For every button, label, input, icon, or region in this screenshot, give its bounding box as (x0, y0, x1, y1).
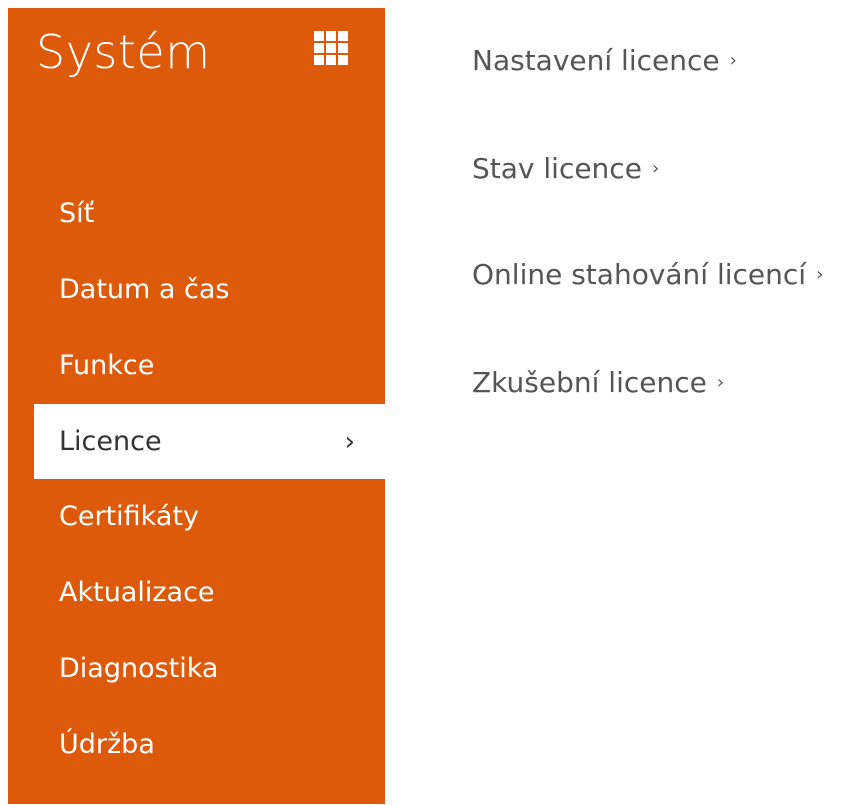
sidebar-item-aktualizace[interactable]: Aktualizace (8, 555, 385, 631)
chevron-right-icon: › (729, 50, 737, 71)
link-label: Nastavení licence (472, 44, 720, 77)
sidebar-item-sit[interactable]: Síť (8, 176, 385, 252)
sidebar-item-diagnostika[interactable]: Diagnostika (8, 631, 385, 707)
sidebar-item-label: Licence (59, 426, 162, 457)
sidebar-item-label: Aktualizace (59, 577, 215, 608)
link-zkusebni-licence[interactable]: Zkušební licence › (472, 366, 724, 399)
grid-icon[interactable] (314, 31, 348, 65)
chevron-right-icon: › (651, 158, 660, 179)
chevron-right-icon: › (344, 427, 355, 457)
sidebar-nav: Síť Datum a čas Funkce Licence › Certifi… (8, 176, 385, 783)
sidebar-item-label: Certifikáty (59, 501, 199, 532)
chevron-right-icon: › (716, 372, 725, 393)
sidebar-title: Systém (36, 25, 211, 79)
sidebar-item-label: Údržba (59, 729, 155, 760)
link-online-stahovani-licenci[interactable]: Online stahování licencí › (472, 258, 823, 291)
chevron-right-icon: › (816, 264, 824, 285)
sidebar-item-datum-a-cas[interactable]: Datum a čas (8, 252, 385, 328)
sidebar-item-certifikaty[interactable]: Certifikáty (8, 479, 385, 555)
sidebar-item-udrzba[interactable]: Údržba (8, 707, 385, 783)
link-nastaveni-licence[interactable]: Nastavení licence › (472, 44, 737, 77)
sidebar-item-label: Datum a čas (59, 274, 230, 305)
sidebar-item-label: Diagnostika (59, 653, 219, 684)
link-label: Zkušební licence (472, 366, 707, 399)
link-stav-licence[interactable]: Stav licence › (472, 152, 659, 185)
sidebar-item-label: Funkce (59, 350, 155, 381)
sidebar-item-funkce[interactable]: Funkce (8, 328, 385, 404)
link-label: Stav licence (472, 152, 642, 185)
sidebar: Systém Síť Datum a čas Funkce Licence › … (8, 8, 385, 804)
link-label: Online stahování licencí (472, 258, 807, 291)
sidebar-item-licence[interactable]: Licence › (34, 404, 385, 479)
sidebar-item-label: Síť (59, 198, 95, 229)
